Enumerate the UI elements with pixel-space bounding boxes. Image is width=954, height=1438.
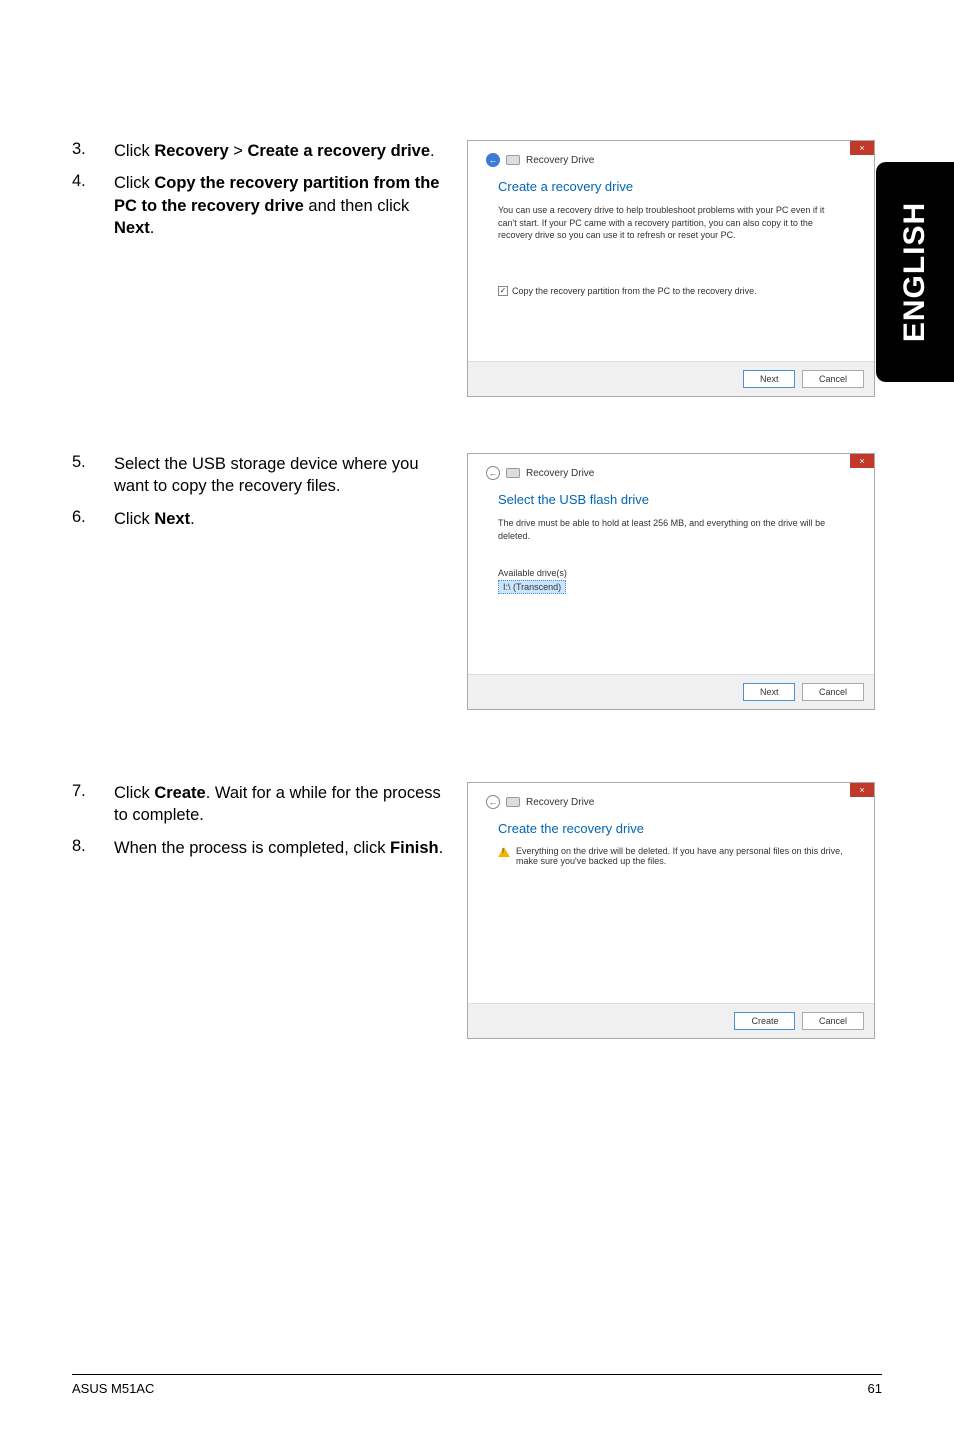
cancel-button[interactable]: Cancel	[802, 370, 864, 388]
dialog-1-wrap: × ← Recovery Drive Create a recovery dri…	[467, 140, 875, 397]
step-4-text: Click Copy the recovery partition from t…	[114, 172, 447, 239]
dialog-1-header: ← Recovery Drive	[468, 141, 874, 171]
dialog-1-body: Create a recovery drive You can use a re…	[468, 171, 874, 361]
step-3-num: 3.	[72, 140, 114, 162]
dialog-create-drive: × ← Recovery Drive Create the recovery d…	[467, 782, 875, 1039]
dialog-1-breadcrumb: Recovery Drive	[526, 155, 594, 166]
footer-page-number: 61	[868, 1381, 882, 1396]
step-6-text: Click Next.	[114, 508, 195, 530]
dialog-create-recovery: × ← Recovery Drive Create a recovery dri…	[467, 140, 875, 397]
close-icon[interactable]: ×	[850, 783, 874, 797]
drive-icon	[506, 155, 520, 165]
checkbox-label: Copy the recovery partition from the PC …	[512, 286, 757, 296]
steps-left-2: 5. Select the USB storage device where y…	[72, 453, 467, 710]
step-8-text: When the process is completed, click Fin…	[114, 837, 443, 859]
step-4-num: 4.	[72, 172, 114, 239]
next-button[interactable]: Next	[743, 370, 796, 388]
step-group-1: 3. Click Recovery > Create a recovery dr…	[72, 140, 882, 397]
checkbox-copy-partition[interactable]: ✓	[498, 286, 508, 296]
drive-icon	[506, 468, 520, 478]
dialog-3-heading: Create the recovery drive	[498, 821, 844, 836]
dialog-3-wrap: × ← Recovery Drive Create the recovery d…	[467, 782, 875, 1039]
side-tab: ENGLISH	[876, 162, 954, 382]
drive-item-transcend[interactable]: I:\ (Transcend)	[498, 580, 566, 594]
page-content: 3. Click Recovery > Create a recovery dr…	[0, 0, 954, 1039]
create-button[interactable]: Create	[734, 1012, 795, 1030]
side-tab-label: ENGLISH	[898, 202, 932, 342]
step-5-num: 5.	[72, 453, 114, 498]
close-icon[interactable]: ×	[850, 141, 874, 155]
dialog-3-header: ← Recovery Drive	[468, 783, 874, 813]
dialog-2-heading: Select the USB flash drive	[498, 492, 844, 507]
drive-icon	[506, 797, 520, 807]
step-6-num: 6.	[72, 508, 114, 530]
dialog-2-breadcrumb: Recovery Drive	[526, 468, 594, 479]
dialog-1-footer: Next Cancel	[468, 361, 874, 396]
cancel-button[interactable]: Cancel	[802, 683, 864, 701]
step-8-num: 8.	[72, 837, 114, 859]
steps-left-3: 7. Click Create. Wait for a while for th…	[72, 782, 467, 1039]
dialog-3-body: Create the recovery drive Everything on …	[468, 813, 874, 1003]
dialog-select-usb: × ← Recovery Drive Select the USB flash …	[467, 453, 875, 710]
step-3-text: Click Recovery > Create a recovery drive…	[114, 140, 435, 162]
step-7-num: 7.	[72, 782, 114, 827]
step-5-text: Select the USB storage device where you …	[114, 453, 447, 498]
footer-left: ASUS M51AC	[72, 1381, 154, 1396]
dialog-2-header: ← Recovery Drive	[468, 454, 874, 484]
back-icon[interactable]: ←	[486, 795, 500, 809]
back-icon[interactable]: ←	[486, 466, 500, 480]
dialog-1-desc: You can use a recovery drive to help tro…	[498, 204, 844, 242]
step-group-2: 5. Select the USB storage device where y…	[72, 453, 882, 710]
dialog-3-warning: Everything on the drive will be deleted.…	[498, 846, 844, 866]
step-7-text: Click Create. Wait for a while for the p…	[114, 782, 447, 827]
dialog-2-footer: Next Cancel	[468, 674, 874, 709]
next-button[interactable]: Next	[743, 683, 796, 701]
step-group-3: 7. Click Create. Wait for a while for th…	[72, 782, 882, 1039]
dialog-2-body: Select the USB flash drive The drive mus…	[468, 484, 874, 674]
back-icon[interactable]: ←	[486, 153, 500, 167]
dialog-1-checkbox-row: ✓ Copy the recovery partition from the P…	[498, 286, 844, 296]
dialog-2-wrap: × ← Recovery Drive Select the USB flash …	[467, 453, 875, 710]
page-footer: ASUS M51AC 61	[72, 1374, 882, 1396]
cancel-button[interactable]: Cancel	[802, 1012, 864, 1030]
dialog-3-breadcrumb: Recovery Drive	[526, 797, 594, 808]
warning-icon	[498, 847, 510, 857]
dialog-3-footer: Create Cancel	[468, 1003, 874, 1038]
steps-left-1: 3. Click Recovery > Create a recovery dr…	[72, 140, 467, 397]
dialog-3-warn-text: Everything on the drive will be deleted.…	[516, 846, 844, 866]
dialog-1-heading: Create a recovery drive	[498, 179, 844, 194]
dialog-2-desc: The drive must be able to hold at least …	[498, 517, 844, 542]
drive-list-label: Available drive(s)	[498, 568, 844, 578]
close-icon[interactable]: ×	[850, 454, 874, 468]
